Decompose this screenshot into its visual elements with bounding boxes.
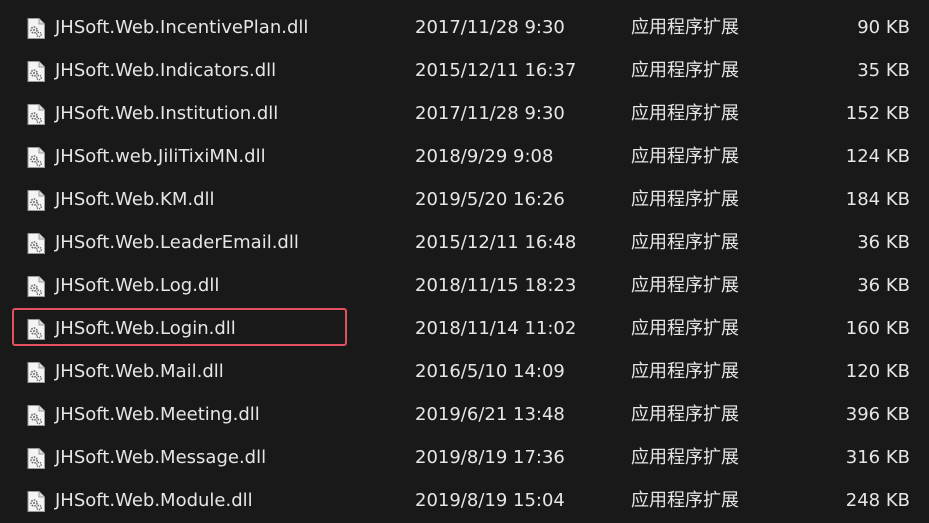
- file-size: 35 KB: [857, 60, 910, 81]
- dll-file-icon: [27, 18, 45, 39]
- file-size: 90 KB: [857, 17, 910, 38]
- file-size: 396 KB: [845, 404, 910, 425]
- file-row-highlighted[interactable]: JHSoft.Web.Login.dll 2018/11/14 11:02 应用…: [0, 308, 929, 351]
- file-date-modified: 2015/12/11 16:37: [415, 60, 577, 81]
- file-name: JHSoft.Web.Log.dll: [55, 275, 220, 296]
- file-date-modified: 2017/11/28 9:30: [415, 103, 565, 124]
- file-type: 应用程序扩展: [631, 103, 739, 124]
- file-date-modified: 2018/11/15 18:23: [415, 275, 577, 296]
- file-size: 124 KB: [845, 146, 910, 167]
- file-type: 应用程序扩展: [631, 318, 739, 339]
- file-row[interactable]: JHSoft.Web.Module.dll 2019/8/19 15:04 应用…: [0, 480, 929, 523]
- file-row[interactable]: JHSoft.Web.Institution.dll 2017/11/28 9:…: [0, 93, 929, 136]
- file-date-modified: 2018/9/29 9:08: [415, 146, 554, 167]
- file-type: 应用程序扩展: [631, 404, 739, 425]
- file-date-modified: 2019/8/19 17:36: [415, 447, 565, 468]
- file-row[interactable]: JHSoft.Web.Indicators.dll 2015/12/11 16:…: [0, 50, 929, 93]
- file-size: 120 KB: [845, 361, 910, 382]
- file-row[interactable]: JHSoft.Web.KM.dll 2019/5/20 16:26 应用程序扩展…: [0, 179, 929, 222]
- file-name: JHSoft.Web.Institution.dll: [55, 103, 279, 124]
- file-row[interactable]: JHSoft.Web.Log.dll 2018/11/15 18:23 应用程序…: [0, 265, 929, 308]
- dll-file-icon: [27, 104, 45, 125]
- dll-file-icon: [27, 319, 45, 340]
- file-size: 152 KB: [845, 103, 910, 124]
- file-name: JHSoft.Web.Indicators.dll: [55, 60, 277, 81]
- dll-file-icon: [27, 362, 45, 383]
- file-size: 184 KB: [845, 189, 910, 210]
- file-type: 应用程序扩展: [631, 232, 739, 253]
- file-name: JHSoft.Web.Module.dll: [55, 490, 253, 511]
- file-type: 应用程序扩展: [631, 189, 739, 210]
- file-size: 160 KB: [845, 318, 910, 339]
- file-date-modified: 2015/12/11 16:48: [415, 232, 577, 253]
- file-date-modified: 2019/8/19 15:04: [415, 490, 565, 511]
- file-name: JHSoft.Web.KM.dll: [55, 189, 215, 210]
- file-type: 应用程序扩展: [631, 361, 739, 382]
- dll-file-icon: [27, 233, 45, 254]
- file-type: 应用程序扩展: [631, 447, 739, 468]
- file-row[interactable]: JHSoft.Web.Meeting.dll 2019/6/21 13:48 应…: [0, 394, 929, 437]
- file-list: JHSoft.Web.IncentivePlan.dll 2017/11/28 …: [0, 7, 929, 523]
- file-size: 248 KB: [845, 490, 910, 511]
- file-type: 应用程序扩展: [631, 146, 739, 167]
- file-row[interactable]: JHSoft.Web.LeaderEmail.dll 2015/12/11 16…: [0, 222, 929, 265]
- dll-file-icon: [27, 276, 45, 297]
- file-name: JHSoft.Web.Login.dll: [55, 318, 236, 339]
- file-date-modified: 2019/6/21 13:48: [415, 404, 565, 425]
- file-row[interactable]: JHSoft.Web.Mail.dll 2016/5/10 14:09 应用程序…: [0, 351, 929, 394]
- file-date-modified: 2019/5/20 16:26: [415, 189, 565, 210]
- file-type: 应用程序扩展: [631, 275, 739, 296]
- dll-file-icon: [27, 147, 45, 168]
- file-row[interactable]: JHSoft.Web.Message.dll 2019/8/19 17:36 应…: [0, 437, 929, 480]
- dll-file-icon: [27, 190, 45, 211]
- dll-file-icon: [27, 405, 45, 426]
- file-name: JHSoft.web.JiliTixiMN.dll: [55, 146, 266, 167]
- file-type: 应用程序扩展: [631, 17, 739, 38]
- file-size: 36 KB: [857, 275, 910, 296]
- file-name: JHSoft.Web.LeaderEmail.dll: [55, 232, 299, 253]
- file-date-modified: 2018/11/14 11:02: [415, 318, 577, 339]
- file-row[interactable]: JHSoft.Web.IncentivePlan.dll 2017/11/28 …: [0, 7, 929, 50]
- file-type: 应用程序扩展: [631, 60, 739, 81]
- file-name: JHSoft.Web.IncentivePlan.dll: [55, 17, 309, 38]
- file-date-modified: 2017/11/28 9:30: [415, 17, 565, 38]
- file-size: 316 KB: [845, 447, 910, 468]
- dll-file-icon: [27, 448, 45, 469]
- file-date-modified: 2016/5/10 14:09: [415, 361, 565, 382]
- file-type: 应用程序扩展: [631, 490, 739, 511]
- file-name: JHSoft.Web.Mail.dll: [55, 361, 224, 382]
- file-row[interactable]: JHSoft.web.JiliTixiMN.dll 2018/9/29 9:08…: [0, 136, 929, 179]
- file-name: JHSoft.Web.Meeting.dll: [55, 404, 260, 425]
- file-name: JHSoft.Web.Message.dll: [55, 447, 267, 468]
- file-size: 36 KB: [857, 232, 910, 253]
- dll-file-icon: [27, 61, 45, 82]
- dll-file-icon: [27, 491, 45, 512]
